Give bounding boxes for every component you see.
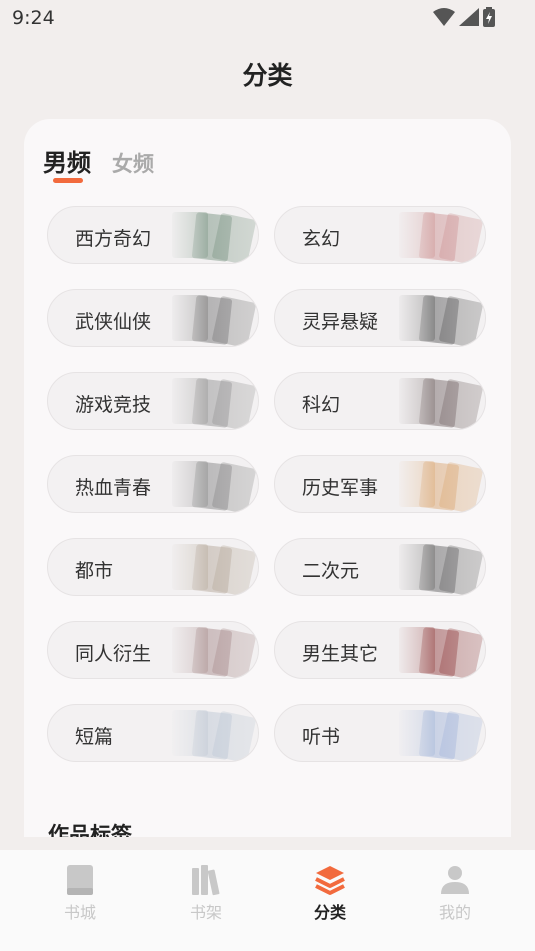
category-chip[interactable]: 科幻 bbox=[274, 372, 486, 430]
person-icon bbox=[441, 866, 469, 894]
cover-fade-overlay bbox=[395, 207, 485, 263]
category-label: 短篇 bbox=[75, 726, 114, 748]
category-chip[interactable]: 灵异悬疑 bbox=[274, 289, 486, 347]
cover-fade-overlay bbox=[395, 622, 485, 678]
category-chip[interactable]: 二次元 bbox=[274, 538, 486, 596]
tab-male[interactable]: 男频 bbox=[43, 143, 91, 178]
cover-fade-overlay bbox=[168, 456, 258, 512]
cover-fade-overlay bbox=[395, 290, 485, 346]
nav-label-bookshelf: 书架 bbox=[189, 903, 222, 922]
category-card: 男频 女频 西方奇幻 玄幻武侠仙侠 灵异悬疑游戏竞技 科幻热血青春 历史军事都市 二次元同… bbox=[24, 119, 511, 837]
category-label: 西方奇幻 bbox=[75, 228, 152, 250]
category-label: 科幻 bbox=[302, 394, 341, 416]
signal-icon bbox=[459, 8, 479, 26]
category-chip[interactable]: 都市 bbox=[47, 538, 259, 596]
layers-icon bbox=[315, 866, 345, 895]
cover-fade-overlay bbox=[168, 705, 258, 761]
nav-item-category[interactable]: 分类 bbox=[290, 864, 370, 923]
category-chip[interactable]: 热血青春 bbox=[47, 455, 259, 513]
category-chip[interactable]: 武侠仙侠 bbox=[47, 289, 259, 347]
nav-label-bookstore: 书城 bbox=[63, 903, 96, 922]
status-bar: 9:24 bbox=[0, 0, 535, 36]
cover-fade-overlay bbox=[395, 539, 485, 595]
category-chip[interactable]: 历史军事 bbox=[274, 455, 486, 513]
status-time: 9:24 bbox=[12, 7, 55, 29]
nav-item-bookstore[interactable]: 书城 bbox=[40, 864, 120, 923]
battery-icon bbox=[483, 7, 495, 27]
cover-fade-overlay bbox=[168, 622, 258, 678]
category-label: 灵异悬疑 bbox=[302, 311, 379, 333]
category-chip[interactable]: 玄幻 bbox=[274, 206, 486, 264]
category-chip[interactable]: 西方奇幻 bbox=[47, 206, 259, 264]
category-label: 同人衍生 bbox=[75, 643, 152, 665]
cover-fade-overlay bbox=[395, 456, 485, 512]
category-label: 历史军事 bbox=[302, 477, 379, 499]
cover-fade-overlay bbox=[168, 207, 258, 263]
category-chip[interactable]: 男生其它 bbox=[274, 621, 486, 679]
wifi-icon bbox=[433, 8, 455, 26]
category-label: 男生其它 bbox=[302, 643, 379, 665]
nav-label-category: 分类 bbox=[313, 903, 346, 922]
category-chip[interactable]: 听书 bbox=[274, 704, 486, 762]
page-title: 分类 bbox=[242, 61, 293, 90]
category-label: 武侠仙侠 bbox=[75, 311, 152, 333]
cover-fade-overlay bbox=[168, 290, 258, 346]
nav-item-bookshelf[interactable]: 书架 bbox=[166, 864, 246, 923]
category-chip[interactable]: 游戏竞技 bbox=[47, 372, 259, 430]
cover-fade-overlay bbox=[168, 539, 258, 595]
category-chip[interactable]: 同人衍生 bbox=[47, 621, 259, 679]
category-label: 热血青春 bbox=[75, 477, 152, 499]
category-label: 听书 bbox=[302, 726, 341, 748]
cover-fade-overlay bbox=[395, 705, 485, 761]
cover-fade-overlay bbox=[395, 373, 485, 429]
category-label: 二次元 bbox=[302, 560, 360, 582]
category-label: 游戏竞技 bbox=[75, 394, 152, 416]
category-label: 都市 bbox=[75, 560, 114, 582]
tab-active-indicator bbox=[53, 178, 83, 183]
nav-label-mine: 我的 bbox=[438, 903, 471, 922]
section-title: 作品标签 bbox=[48, 823, 132, 837]
category-label: 玄幻 bbox=[302, 228, 341, 250]
book-icon bbox=[67, 865, 93, 895]
category-chip[interactable]: 短篇 bbox=[47, 704, 259, 762]
bookshelf-icon bbox=[192, 865, 220, 896]
nav-item-mine[interactable]: 我的 bbox=[415, 864, 495, 923]
bottom-nav: 书城 书架 分类 我的 bbox=[0, 850, 535, 951]
status-icons bbox=[433, 7, 495, 27]
tab-female[interactable]: 女频 bbox=[112, 148, 154, 178]
cover-fade-overlay bbox=[168, 373, 258, 429]
